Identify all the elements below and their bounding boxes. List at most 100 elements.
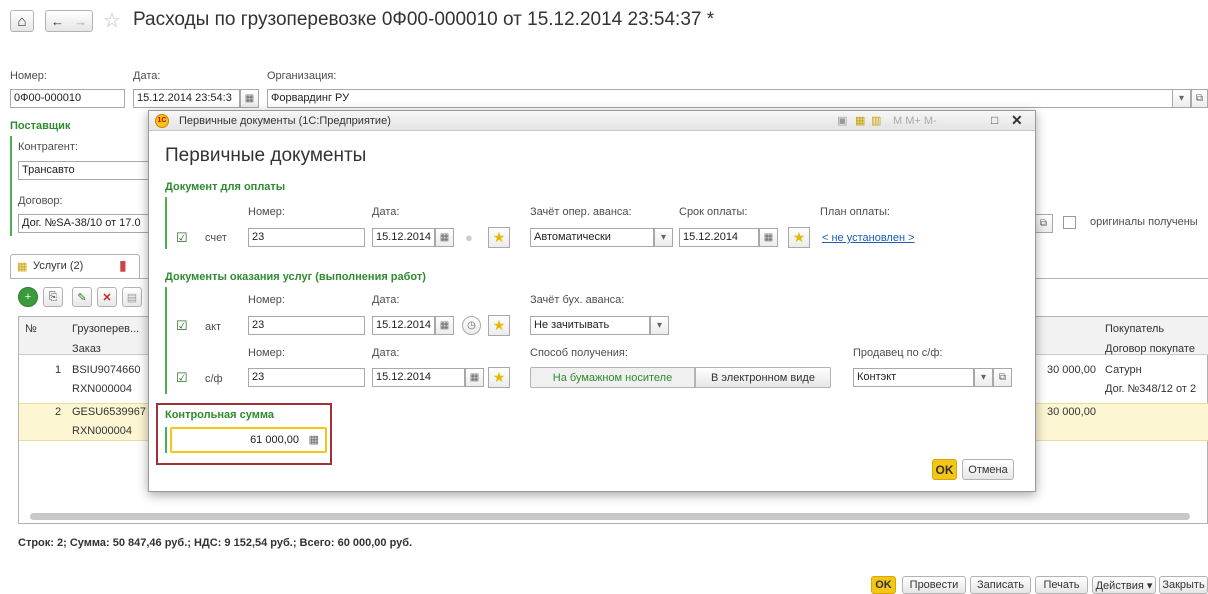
star-icon[interactable]: ★ [488,315,510,336]
app-logo-icon: 1C [155,114,169,128]
sf-date-field[interactable]: 15.12.2014 [372,368,465,387]
due-date-field[interactable]: 15.12.2014 [679,228,759,247]
horizontal-scrollbar[interactable] [30,513,1190,520]
originals-checkbox[interactable] [1063,216,1076,229]
clock-icon[interactable]: ◷ [462,316,481,335]
star-icon[interactable]: ★ [488,367,510,388]
ok-button[interactable]: OK [871,576,896,594]
add-icon[interactable]: + [18,287,38,307]
payment-section-header: Документ для оплаты [165,181,286,193]
forward-arrow-icon[interactable]: → [74,14,87,29]
acc-advance-select[interactable]: Не зачитывать [530,316,650,335]
calendar-icon[interactable]: ▦ [435,228,454,247]
primary-documents-dialog: 1C Первичные документы (1С:Предприятие) … [148,110,1036,492]
advance-label: Зачёт опер. аванса: [530,206,632,218]
paper-option-button[interactable]: На бумажном носителе [530,367,695,388]
invoice-date-field[interactable]: 15.12.2014 [372,228,435,247]
org-label: Организация: [267,70,337,82]
row-cargo: GESU6539967 [72,406,146,418]
calendar-icon[interactable]: ▦ [435,316,454,335]
close-icon[interactable]: ✕ [1011,112,1023,129]
row-buyer-contract: Дог. №348/12 от 2 [1105,383,1197,395]
row-order: RXN000004 [72,383,132,395]
row-amount: 30 000,00 [1047,406,1096,418]
favorite-star-icon[interactable]: ☆ [103,8,121,33]
more-icon[interactable]: ▤ [122,287,142,307]
close-button[interactable]: Закрыть [1159,576,1208,594]
seller-select[interactable]: Контэкт [853,368,974,387]
tab-services[interactable]: ▦ Услуги (2) ▮ [10,254,140,279]
counterparty-field[interactable]: Трансавто [18,161,153,180]
number-label: Номер: [10,70,47,82]
chevron-down-icon[interactable]: ▾ [654,228,673,247]
row-amount: 30 000,00 [1047,364,1096,376]
open-icon[interactable]: ⧉ [1191,89,1208,108]
act-date-field[interactable]: 15.12.2014 [372,316,435,335]
plan-label: План оплаты: [820,206,890,218]
copy-icon[interactable]: ⎘ [43,287,63,307]
due-label: Срок оплаты: [679,206,748,218]
org-field[interactable]: Форвардинг РУ [267,89,1185,108]
row-buyer: Сатурн [1105,364,1142,376]
dialog-cancel-button[interactable]: Отмена [962,459,1014,480]
open-icon[interactable]: ⧉ [993,368,1012,387]
checksum-label: Контрольная сумма [165,409,274,421]
sf-checkbox[interactable]: ☑ [176,371,189,384]
payment-plan-link[interactable]: < не установлен > [822,232,915,244]
back-arrow-icon[interactable]: ← [51,14,64,29]
sf-number-field[interactable]: 23 [248,368,365,387]
page-title: Расходы по грузоперевозке 0Ф00-000010 от… [133,9,715,30]
calculator-icon[interactable]: ▦ [309,433,319,446]
clock-icon[interactable]: ● [465,230,473,245]
delete-icon[interactable]: ✕ [97,287,117,307]
row-order: RXN000004 [72,425,132,437]
dropdown-icon[interactable]: ▾ [1172,89,1191,108]
calendar-icon[interactable]: ▦ [465,368,484,387]
electronic-option-button[interactable]: В электронном виде [695,367,831,388]
contract-label: Договор: [18,195,63,207]
dialog-heading: Первичные документы [165,145,367,166]
nav-buttons: ← → [45,10,93,32]
dialog-ok-button[interactable]: OK [932,459,957,480]
invoice-checkbox[interactable]: ☑ [176,231,189,244]
invoice-type-label: счет [205,232,227,244]
chevron-down-icon[interactable]: ▾ [650,316,669,335]
maximize-icon[interactable]: □ [991,113,998,127]
col-cargo: Грузоперев... [72,323,140,335]
save-button[interactable]: Записать [970,576,1031,594]
contract-open-icon[interactable]: ⧉ [1034,214,1053,233]
sf-number-label: Номер: [248,347,285,359]
contract-field[interactable]: Дог. №SA-38/10 от 17.0 [18,214,153,233]
post-button[interactable]: Провести [902,576,966,594]
chevron-down-icon[interactable]: ▾ [974,368,993,387]
col-order: Заказ [72,343,101,355]
actions-button[interactable]: Действия ▾ [1092,576,1156,594]
date-field[interactable]: 15.12.2014 23:54:3 [133,89,240,108]
chart-icon[interactable]: ▮ [119,257,127,274]
act-number-field[interactable]: 23 [248,316,365,335]
advance-select[interactable]: Автоматически [530,228,654,247]
invoice-number-field[interactable]: 23 [248,228,365,247]
edit-icon[interactable]: ✎ [72,287,92,307]
dialog-titlebar: 1C Первичные документы (1С:Предприятие) … [149,111,1035,131]
checksum-section-bar [165,427,167,453]
col-num: № [25,323,37,335]
act-checkbox[interactable]: ☑ [176,319,189,332]
col-buyer-contract: Договор покупате [1105,343,1195,355]
home-button[interactable]: ⌂ [10,10,34,32]
print-button[interactable]: Печать [1035,576,1088,594]
checksum-value: 61 000,00 [250,434,299,446]
calculator-icon[interactable]: ▦ [855,114,865,127]
number-field[interactable]: 0Ф00-000010 [10,89,125,108]
star-icon[interactable]: ★ [488,227,510,248]
row-num: 2 [55,406,62,418]
favorite-icon[interactable]: ▣ [837,114,847,127]
calendar-tool-icon[interactable]: ▥ [871,114,881,127]
memory-tools[interactable]: M M+ M- [893,115,937,127]
checksum-field[interactable]: 61 000,00 ▦ [170,427,327,453]
originals-label: оригиналы получены [1090,216,1198,228]
act-date-label: Дата: [372,294,400,306]
star-icon[interactable]: ★ [788,227,810,248]
calendar-icon[interactable]: ▦ [759,228,778,247]
calendar-icon[interactable]: ▦ [240,89,259,108]
